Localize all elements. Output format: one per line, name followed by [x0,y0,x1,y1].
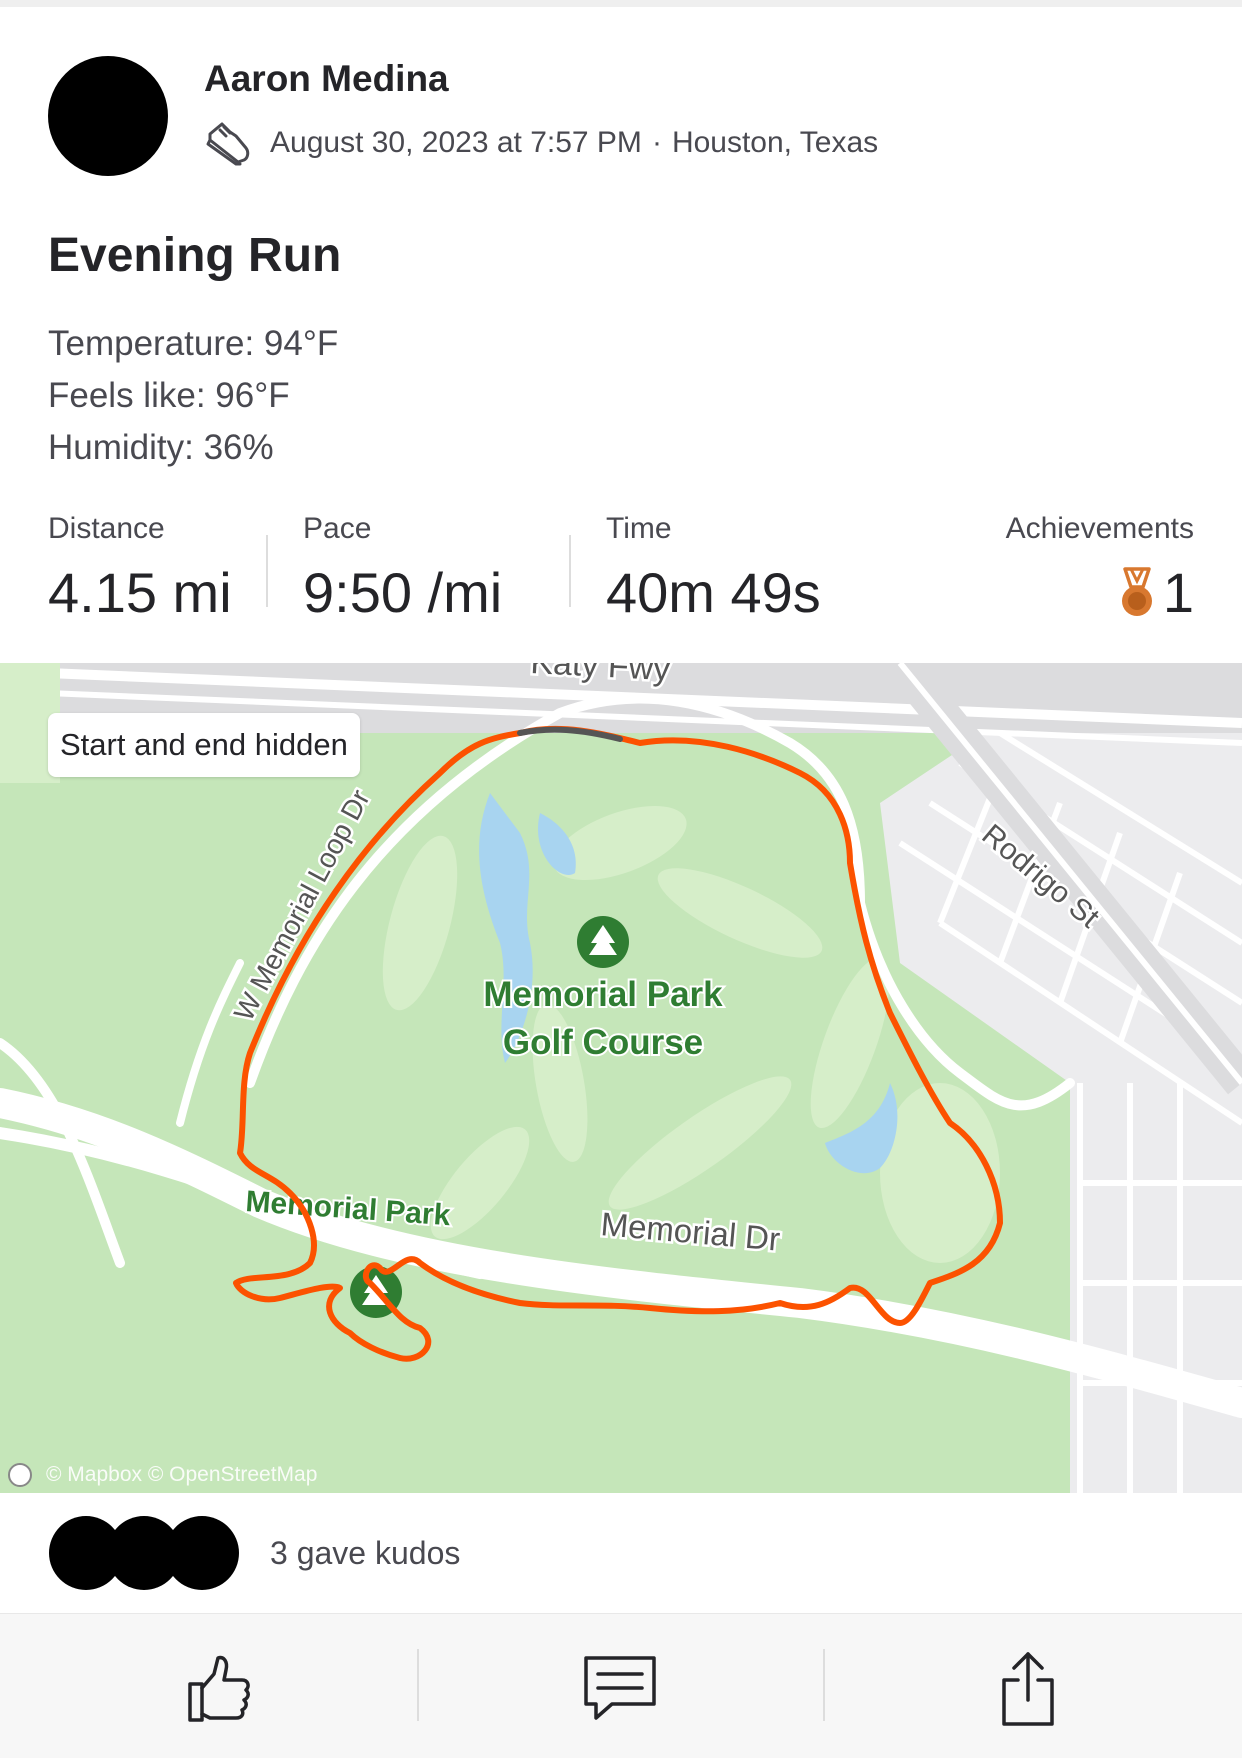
activity-title[interactable]: Evening Run [48,228,341,283]
action-divider [417,1649,419,1721]
activity-date: August 30, 2023 at 7:57 PM [270,126,642,159]
stat-pace: Pace 9:50 /mi [303,512,502,625]
athlete-name[interactable]: Aaron Medina [204,58,449,100]
activity-meta: August 30, 2023 at 7:57 PM · Houston, Te… [204,120,878,166]
avatar[interactable] [48,56,168,176]
park-marker-icon [577,916,629,968]
start-end-hidden-label: Start and end hidden [48,713,360,777]
attribution-text[interactable]: © Mapbox © OpenStreetMap [46,1463,317,1487]
stat-distance: Distance 4.15 mi [48,512,232,625]
stat-divider [266,535,268,607]
stat-value: 4.15 mi [48,561,232,624]
kudos-avatars[interactable] [48,1515,240,1591]
activity-location: Houston, Texas [671,126,879,159]
route-map[interactable]: Memorial Dr W Memorial Loop Dr Rodrigo S… [0,663,1242,1493]
stat-label: Time [606,512,672,545]
park-name: Golf Course [503,1023,703,1062]
share-icon[interactable] [988,1648,1068,1728]
action-divider [823,1649,825,1721]
stat-label: Distance [48,512,165,545]
action-bar [0,1613,1242,1758]
stat-label: Pace [303,512,372,545]
humidity-line: Humidity: 36% [48,428,274,467]
stat-label: Achievements [1005,512,1194,545]
kudos-count[interactable]: 3 gave kudos [270,1535,460,1572]
meta-separator: · [651,126,662,159]
temperature-line: Temperature: 94°F [48,324,339,363]
stat-value: 9:50 /mi [303,561,503,624]
stat-divider [569,535,571,607]
thumbs-up-icon[interactable] [176,1648,256,1728]
bronze-medal-icon [1121,566,1152,616]
stat-value: 40m 49s [606,561,821,624]
stat-achievements[interactable]: Achievements 1 [1006,512,1194,625]
comment-icon[interactable] [580,1648,660,1728]
top-divider [0,0,1242,7]
kudos-row[interactable]: 3 gave kudos [0,1493,1242,1613]
map-attribution[interactable]: © Mapbox © OpenStreetMap [8,1463,317,1487]
achievements-value: 1 [1006,560,1194,625]
achievements-count: 1 [1162,561,1194,624]
stat-time: Time 40m 49s [606,512,821,625]
running-shoe-icon [206,122,250,166]
feels-like-line: Feels like: 96°F [48,376,290,415]
map-canvas: Memorial Dr W Memorial Loop Dr Rodrigo S… [0,663,1242,1493]
park-name: Memorial Park [483,975,723,1014]
mapbox-logo-icon[interactable] [8,1463,32,1487]
activity-description: Temperature: 94°F Feels like: 96°F Humid… [48,318,338,474]
